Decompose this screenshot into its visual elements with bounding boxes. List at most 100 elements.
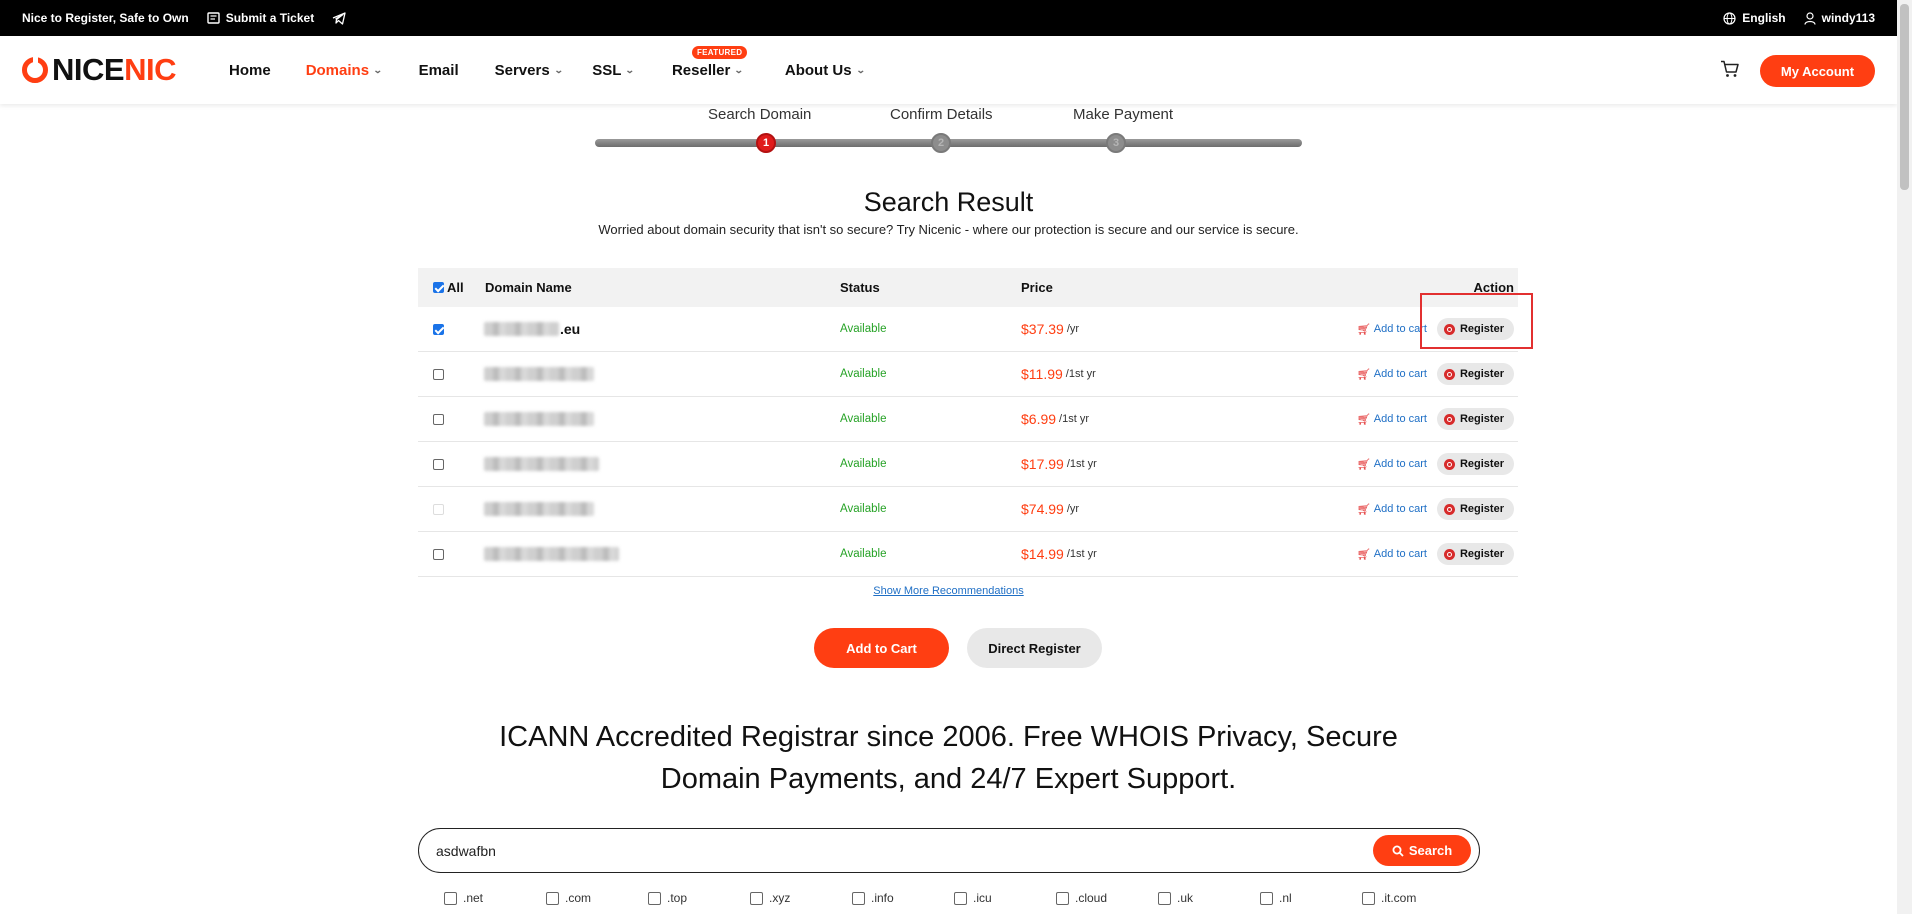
tld-label: .com: [565, 891, 592, 905]
tld-option[interactable]: .it.com: [1362, 891, 1464, 905]
tld-checkbox[interactable]: [444, 891, 457, 905]
chevron-down-icon: ⌄: [734, 64, 745, 75]
search-button[interactable]: Search: [1373, 835, 1471, 866]
select-all[interactable]: All: [433, 268, 464, 307]
tld-filter-list: .net .com .top .xyz .info .icu .cloud .u…: [444, 891, 1464, 905]
nav-domains[interactable]: Domains ⌄: [306, 62, 383, 79]
tld-checkbox[interactable]: [852, 891, 865, 905]
domain-search-input[interactable]: [436, 829, 1336, 872]
tld-label: .top: [667, 891, 688, 905]
add-to-cart-link[interactable]: 🛒︎ Add to cart: [1357, 323, 1427, 336]
ticket-icon: [207, 12, 220, 24]
tld-checkbox[interactable]: [648, 891, 661, 905]
featured-badge: FEATURED: [691, 45, 748, 59]
add-to-cart-link[interactable]: 🛒︎ Add to cart: [1357, 503, 1427, 516]
tld-label: .cloud: [1075, 891, 1108, 905]
tld-checkbox[interactable]: [750, 891, 763, 905]
add-to-cart-button[interactable]: Add to Cart: [814, 628, 949, 668]
price-value: $17.99: [1021, 456, 1064, 472]
tld-option[interactable]: .xyz: [750, 891, 852, 905]
row-checkbox[interactable]: [433, 548, 444, 560]
register-button[interactable]: Register: [1436, 408, 1514, 430]
tld-checkbox[interactable]: [546, 891, 559, 905]
tld-option[interactable]: .info: [852, 891, 954, 905]
price-value: $11.99: [1021, 366, 1063, 382]
headline-line-1: ICANN Accredited Registrar since 2006. F…: [499, 721, 1398, 753]
register-button[interactable]: Register: [1436, 498, 1514, 520]
tld-checkbox[interactable]: [1056, 891, 1069, 905]
nav-ssl[interactable]: SSL ⌄: [592, 61, 635, 79]
add-to-cart-label: Add to cart: [1373, 458, 1427, 470]
my-account-button[interactable]: My Account: [1760, 55, 1875, 87]
tld-option[interactable]: .com: [546, 891, 648, 905]
domain-name-redacted: [484, 367, 594, 381]
step-dot-3: 3: [1106, 133, 1126, 153]
domain-tld: .eu: [560, 321, 581, 337]
logo-nic: NIC: [124, 52, 176, 87]
add-to-cart-link[interactable]: 🛒︎ Add to cart: [1357, 548, 1427, 561]
nav-about-us[interactable]: About Us ⌄: [785, 62, 865, 79]
row-checkbox[interactable]: [433, 368, 444, 380]
tld-checkbox[interactable]: [1362, 891, 1375, 905]
domain-name-redacted: [484, 322, 559, 336]
tld-option[interactable]: .net: [444, 891, 546, 905]
status-available: Available: [840, 323, 887, 335]
nav-home[interactable]: Home: [229, 62, 271, 79]
price-period: /1st yr: [1059, 413, 1089, 425]
cart-small-icon: 🛒︎: [1356, 548, 1371, 561]
price-period: /yr: [1066, 323, 1080, 335]
tld-option[interactable]: .cloud: [1056, 891, 1158, 905]
register-icon: [1443, 503, 1455, 515]
table-row: Available $11.99/1st yr 🛒︎ Add to cart Re…: [418, 352, 1518, 397]
username: windy113: [1821, 11, 1875, 25]
cart-small-icon: 🛒︎: [1356, 413, 1371, 426]
add-to-cart-link[interactable]: 🛒︎ Add to cart: [1357, 458, 1427, 471]
row-checkbox[interactable]: [433, 413, 444, 425]
tld-label: .xyz: [769, 891, 791, 905]
nav-email[interactable]: Email: [419, 62, 459, 79]
tld-option[interactable]: .uk: [1158, 891, 1260, 905]
nicenic-logo[interactable]: NICE NIC: [22, 52, 176, 87]
price-value: $37.39: [1021, 321, 1064, 337]
tld-checkbox[interactable]: [1158, 891, 1171, 905]
price-period: /1st yr: [1066, 548, 1097, 560]
add-to-cart-link[interactable]: 🛒︎ Add to cart: [1357, 368, 1427, 381]
row-checkbox[interactable]: [433, 323, 444, 335]
register-button[interactable]: Register: [1436, 363, 1514, 385]
tld-checkbox[interactable]: [1260, 891, 1273, 905]
user-icon: [1804, 11, 1816, 25]
cart-icon[interactable]: [1720, 60, 1740, 78]
step-dot-1: 1: [756, 133, 776, 153]
nav-servers[interactable]: Servers ⌄: [495, 62, 564, 79]
row-checkbox[interactable]: [433, 458, 444, 470]
slogan: Nice to Register, Safe to Own: [22, 11, 189, 25]
tld-option[interactable]: .nl: [1260, 891, 1362, 905]
tld-label: .uk: [1177, 891, 1194, 905]
nav-email-label: Email: [418, 61, 459, 79]
header-domain: Domain Name: [485, 280, 572, 295]
logo-nice: NICE: [52, 52, 125, 87]
submit-ticket-link[interactable]: Submit a Ticket: [207, 11, 314, 25]
user-menu[interactable]: windy113: [1804, 11, 1875, 25]
telegram-icon[interactable]: [332, 11, 346, 25]
tld-option[interactable]: .top: [648, 891, 750, 905]
domain-name-redacted: [484, 502, 594, 516]
select-all-checkbox[interactable]: [433, 282, 444, 293]
row-checkbox[interactable]: [433, 503, 444, 515]
tld-label: .it.com: [1381, 891, 1417, 905]
direct-register-button[interactable]: Direct Register: [967, 628, 1102, 668]
nav-reseller[interactable]: FEATURED Reseller ⌄: [672, 45, 748, 79]
header-price: Price: [1021, 280, 1053, 295]
register-button[interactable]: Register: [1436, 453, 1514, 475]
register-button[interactable]: Register: [1436, 543, 1514, 565]
domain-name-redacted: [484, 412, 594, 426]
step-label-search: Search Domain: [708, 106, 812, 123]
tld-option[interactable]: .icu: [954, 891, 1056, 905]
add-to-cart-link[interactable]: 🛒︎ Add to cart: [1357, 413, 1427, 426]
nav-ssl-label: SSL: [592, 61, 622, 79]
scrollbar-thumb[interactable]: [1900, 4, 1909, 190]
show-more-link[interactable]: Show More Recommendations: [0, 585, 1897, 597]
highlight-box: [1420, 293, 1533, 349]
tld-checkbox[interactable]: [954, 891, 967, 905]
language-selector[interactable]: English: [1723, 11, 1786, 25]
